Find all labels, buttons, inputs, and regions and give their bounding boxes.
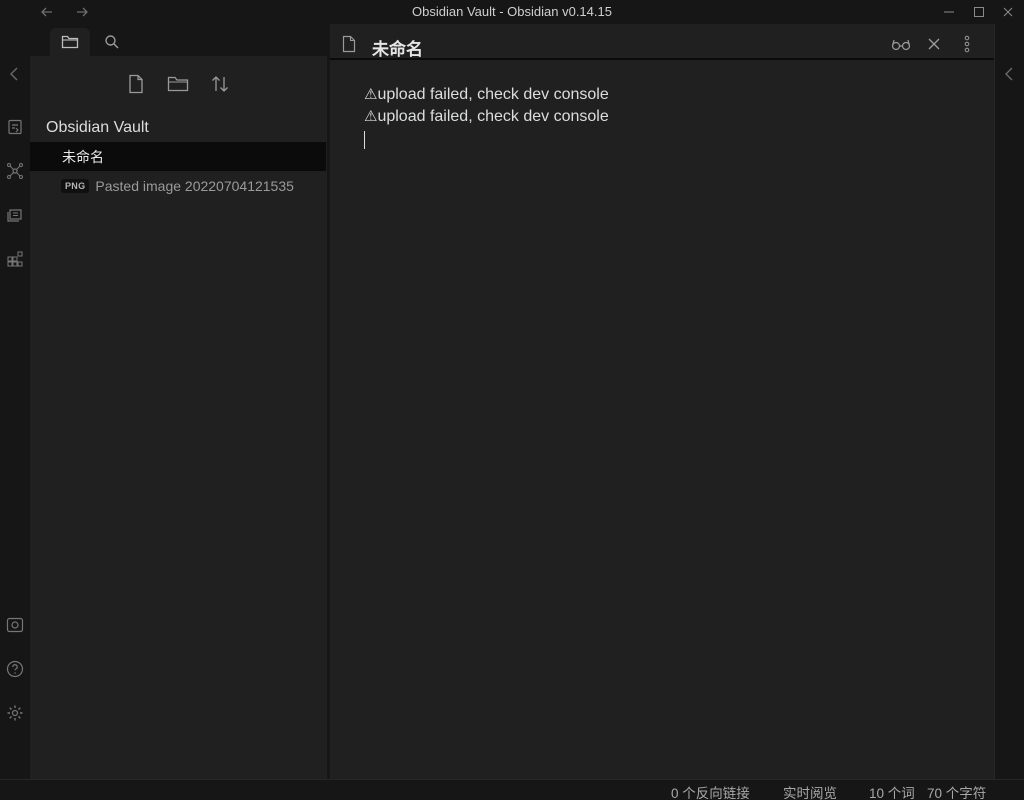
sidebar-tab-bar: [30, 24, 327, 56]
sort-icon: [212, 76, 228, 92]
community-plugins-icon: [7, 251, 23, 267]
text-cursor: [364, 131, 365, 149]
vault-name[interactable]: Obsidian Vault: [46, 119, 149, 137]
vault-switcher-button[interactable]: [5, 615, 25, 635]
more-options-button[interactable]: [956, 33, 978, 55]
left-ribbon: [0, 24, 30, 779]
editor-content[interactable]: ⚠upload failed, check dev console ⚠uploa…: [364, 84, 609, 128]
chevron-left-icon: [10, 67, 18, 81]
new-folder-button[interactable]: [164, 70, 192, 98]
graph-view-button[interactable]: [5, 161, 25, 181]
editor-line: ⚠upload failed, check dev console: [364, 106, 609, 128]
help-button[interactable]: [5, 659, 25, 679]
vault-switcher-icon: [6, 617, 24, 633]
file-item-untitled[interactable]: 未命名: [30, 142, 326, 171]
community-plugins-button[interactable]: [5, 249, 25, 269]
editor-line: ⚠upload failed, check dev console: [364, 84, 609, 106]
settings-button[interactable]: [5, 703, 25, 723]
editor-mode[interactable]: 实时阅览: [783, 782, 837, 800]
help-icon: [6, 660, 24, 678]
file-item-pasted-image[interactable]: PNG Pasted image 20220704121535: [30, 171, 326, 200]
slides-icon: [7, 209, 22, 222]
close-icon: [1003, 7, 1013, 17]
more-vertical-icon: [964, 35, 970, 53]
settings-icon: [7, 705, 23, 721]
new-folder-icon: [167, 76, 189, 92]
file-name: 未命名: [62, 148, 104, 165]
new-note-icon: [129, 74, 143, 94]
word-count: 10 个词: [869, 786, 915, 800]
collapse-sidebar-button[interactable]: [5, 64, 25, 84]
editor-pane: 未命名 ⚠upload failed, check dev console ⚠u…: [330, 24, 994, 779]
graph-view-icon: [7, 163, 23, 179]
close-window-button[interactable]: [998, 2, 1018, 22]
file-icon: [342, 35, 356, 53]
close-icon: [928, 38, 940, 50]
char-count: 70 个字符: [927, 786, 987, 800]
glasses-icon: [891, 39, 911, 51]
search-icon: [105, 35, 119, 49]
backlinks-count[interactable]: 0 个反向链接: [671, 782, 750, 800]
minimize-button[interactable]: [939, 2, 959, 22]
right-sidebar-collapsed: [994, 24, 1024, 779]
file-name: Pasted image 20220704121535: [95, 177, 294, 194]
window-title: Obsidian Vault - Obsidian v0.14.15: [412, 4, 612, 19]
file-explorer-nav: [30, 70, 327, 98]
view-title[interactable]: 未命名: [372, 35, 423, 60]
expand-right-sidebar-button[interactable]: [1000, 64, 1020, 84]
line-text: upload failed, check dev console: [377, 108, 609, 125]
maximize-icon: [974, 7, 984, 17]
tab-file-explorer[interactable]: [50, 28, 90, 56]
minimize-icon: [944, 11, 954, 13]
view-header: 未命名: [330, 28, 994, 60]
warning-icon: ⚠: [364, 86, 378, 103]
file-explorer-pane: Obsidian Vault 未命名 PNG Pasted image 2022…: [30, 24, 330, 779]
quick-switcher-icon: [8, 119, 22, 135]
slides-button[interactable]: [5, 205, 25, 225]
line-text: upload failed, check dev console: [377, 86, 609, 103]
maximize-button[interactable]: [969, 2, 989, 22]
chevron-left-icon: [1005, 67, 1013, 81]
sort-button[interactable]: [206, 70, 234, 98]
file-type-badge: PNG: [61, 178, 90, 193]
status-bar: 0 个反向链接 实时阅览 10 个词 70 个字符: [0, 779, 1024, 800]
tab-search[interactable]: [92, 28, 132, 56]
title-bar: Obsidian Vault - Obsidian v0.14.15: [0, 0, 1024, 24]
quick-switcher-button[interactable]: [5, 117, 25, 137]
reading-view-button[interactable]: [890, 33, 912, 55]
close-tab-button[interactable]: [923, 33, 945, 55]
folder-icon: [61, 35, 79, 49]
file-icon-container: [338, 33, 360, 55]
warning-icon: ⚠: [364, 108, 378, 125]
new-note-button[interactable]: [122, 70, 150, 98]
